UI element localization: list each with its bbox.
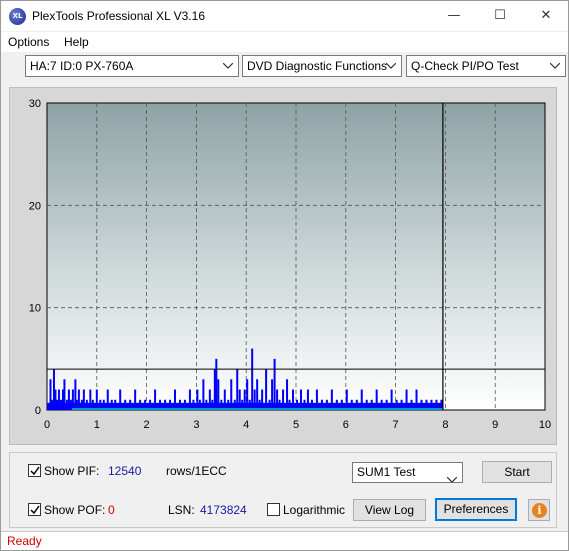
show-pof-checkbox[interactable] xyxy=(28,503,41,516)
x-tick-label: 1 xyxy=(94,419,100,431)
pif-value: 12540 xyxy=(108,464,142,478)
lsn-value: 4173824 xyxy=(200,503,247,517)
x-tick-label: 10 xyxy=(539,419,551,431)
drive-select[interactable]: HA:7 ID:0 PX-760A xyxy=(25,55,239,77)
show-pif-label: Show PIF: xyxy=(44,464,100,478)
show-pif-checkbox[interactable] xyxy=(28,464,41,477)
lsn-label: LSN: xyxy=(168,503,195,517)
test-select[interactable]: Q-Check PI/PO Test xyxy=(406,55,566,77)
sum-test-value: SUM1 Test xyxy=(357,465,416,479)
preferences-button[interactable]: Preferences xyxy=(435,498,517,521)
y-tick-label: 30 xyxy=(29,98,41,110)
x-tick-label: 2 xyxy=(144,419,150,431)
y-tick-label: 0 xyxy=(35,405,41,417)
pif-bar xyxy=(251,348,254,410)
x-tick-labels: 0 1 2 3 4 5 6 7 8 9 10 xyxy=(44,419,551,431)
logarithmic-label: Logarithmic xyxy=(283,503,346,517)
info-button[interactable]: i xyxy=(528,499,550,521)
view-log-button[interactable]: View Log xyxy=(353,499,426,521)
x-tick-label: 0 xyxy=(44,419,50,431)
menu-options[interactable]: Options xyxy=(8,35,49,49)
app-icon: XL xyxy=(9,8,26,25)
x-tick-label: 8 xyxy=(442,419,448,431)
x-tick-label: 5 xyxy=(293,419,299,431)
chart-panel: 0 1 2 3 4 5 6 7 8 9 10 0 10 20 30 xyxy=(9,87,557,445)
y-tick-label: 10 xyxy=(29,303,41,315)
x-tick-label: 4 xyxy=(243,419,249,431)
y-tick-labels: 0 10 20 30 xyxy=(29,98,41,417)
chevron-down-icon xyxy=(549,56,561,76)
function-select-value: DVD Diagnostic Functions xyxy=(247,59,388,73)
chevron-down-icon xyxy=(385,56,397,76)
menu-bar: Options Help xyxy=(1,32,568,52)
maximize-button[interactable]: ☐ xyxy=(477,1,523,31)
pif-bar xyxy=(215,358,218,410)
chevron-down-icon xyxy=(222,56,234,76)
function-select[interactable]: DVD Diagnostic Functions xyxy=(242,55,402,77)
pif-unit: rows/1ECC xyxy=(166,464,227,478)
x-tick-label: 6 xyxy=(343,419,349,431)
menu-help[interactable]: Help xyxy=(64,35,89,49)
main-window: XL PlexTools Professional XL V3.16 — ☐ ✕… xyxy=(0,0,569,551)
pipo-chart: 0 1 2 3 4 5 6 7 8 9 10 0 10 20 30 xyxy=(29,98,551,431)
logarithmic-checkbox[interactable] xyxy=(267,503,280,516)
start-button[interactable]: Start xyxy=(482,461,552,483)
x-tick-label: 9 xyxy=(492,419,498,431)
info-icon: i xyxy=(532,503,547,518)
status-text: Ready xyxy=(7,534,42,548)
y-tick-label: 20 xyxy=(29,200,41,212)
title-bar: XL PlexTools Professional XL V3.16 — ☐ ✕ xyxy=(1,1,568,31)
close-button[interactable]: ✕ xyxy=(523,1,569,31)
window-title: PlexTools Professional XL V3.16 xyxy=(32,9,205,23)
sum-test-select[interactable]: SUM1 Test xyxy=(352,462,463,483)
pif-bar xyxy=(273,358,276,410)
checkmark-icon xyxy=(30,466,40,476)
minimize-button[interactable]: — xyxy=(431,1,477,31)
x-tick-label: 7 xyxy=(393,419,399,431)
drive-select-value: HA:7 ID:0 PX-760A xyxy=(30,59,134,73)
x-tick-label: 3 xyxy=(193,419,199,431)
show-pof-label: Show POF: xyxy=(44,503,106,517)
chevron-down-icon xyxy=(446,470,458,489)
status-bar: Ready xyxy=(1,531,568,550)
test-select-value: Q-Check PI/PO Test xyxy=(411,59,519,73)
bottom-panel: Show PIF: 12540 rows/1ECC SUM1 Test Star… xyxy=(9,452,557,528)
pof-value: 0 xyxy=(108,503,115,517)
checkmark-icon xyxy=(30,505,40,515)
